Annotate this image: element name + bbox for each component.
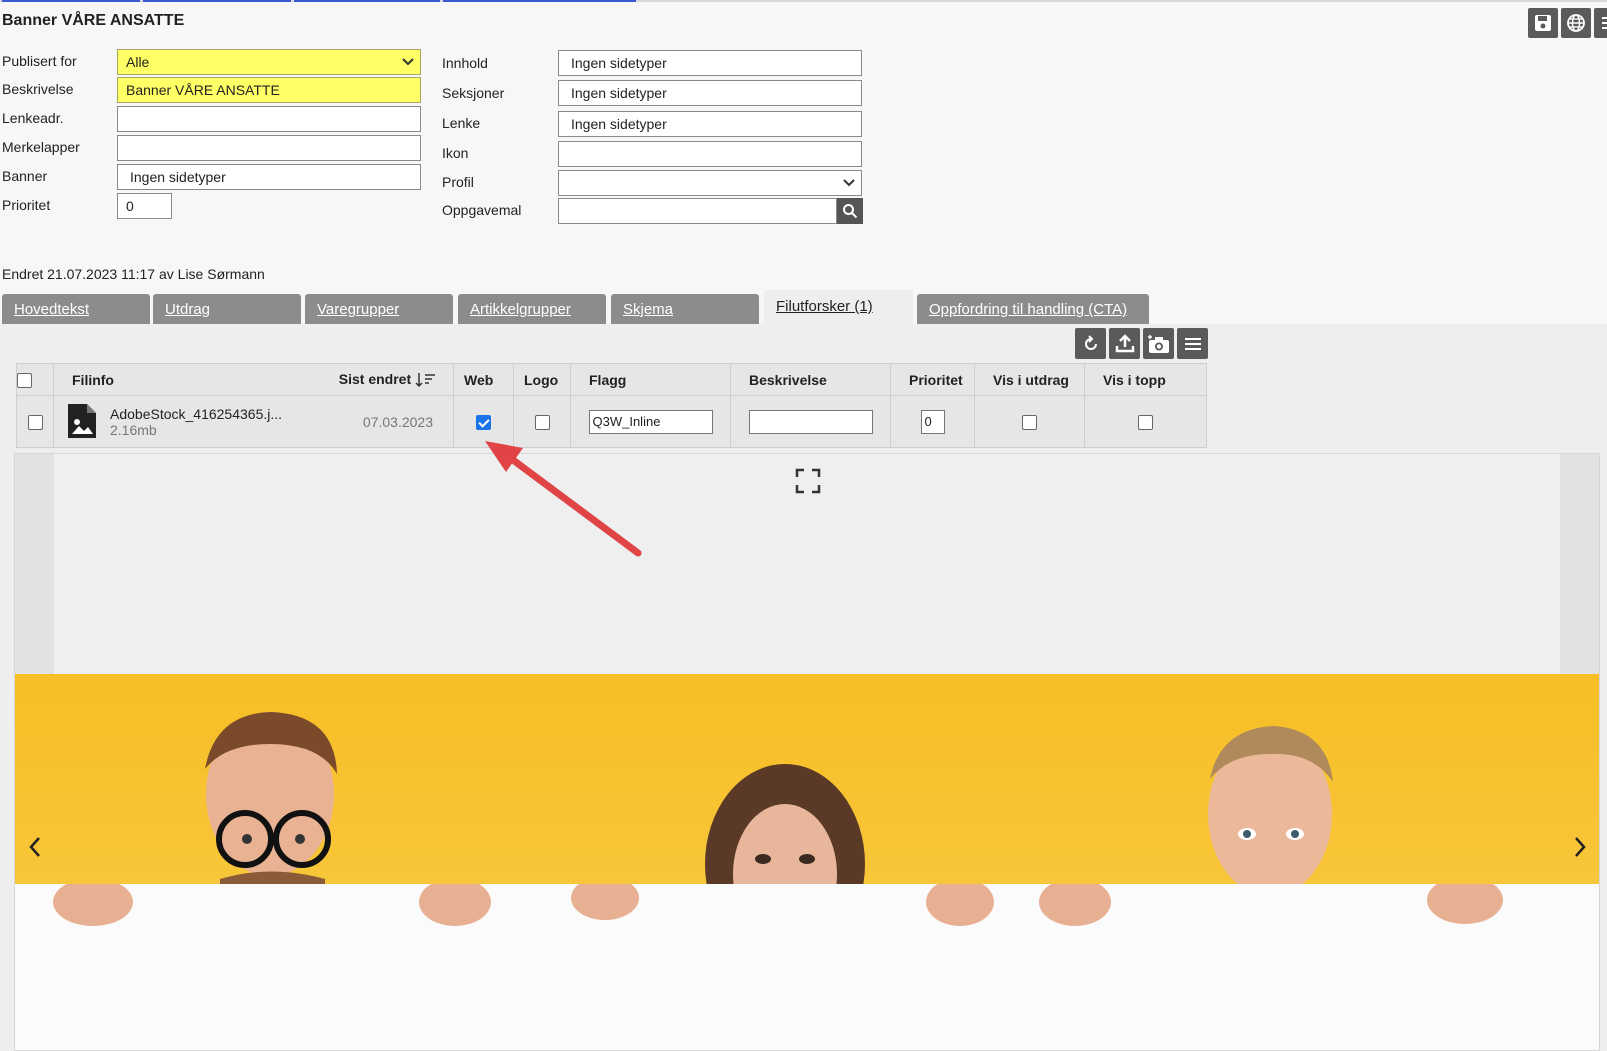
row-beskrivelse-input[interactable] [748, 409, 873, 434]
tab-filutforsker[interactable]: Filutforsker (1) [764, 290, 913, 324]
page-title: Banner VÅRE ANSATTE [2, 12, 185, 29]
prioritet-input[interactable]: 0 [117, 193, 172, 219]
search-button[interactable] [837, 198, 863, 224]
menu-icon[interactable] [1594, 8, 1607, 38]
merkelapper-input[interactable] [117, 135, 421, 161]
oppgavemal-input[interactable] [558, 198, 837, 224]
header-filinfo: Filinfo [72, 371, 114, 388]
innhold-input[interactable]: Ingen sidetyper [558, 50, 862, 76]
seksjoner-label: Seksjoner [442, 85, 505, 101]
vis-utdrag-checkbox[interactable] [1022, 414, 1037, 430]
banner-input[interactable]: Ingen sidetyper [117, 164, 421, 190]
save-icon[interactable] [1528, 8, 1558, 38]
top-toolbar [1528, 8, 1607, 38]
merkelapper-label: Merkelapper [2, 139, 80, 155]
profil-select[interactable] [558, 170, 862, 196]
header-vis-utdrag: Vis i utdrag [974, 363, 1085, 396]
tab-artikkelgrupper[interactable]: Artikkelgrupper [458, 294, 606, 324]
seksjoner-input[interactable]: Ingen sidetyper [558, 80, 862, 106]
search-icon [843, 204, 858, 219]
banner-label: Banner [2, 168, 48, 184]
lenke-input[interactable]: Ingen sidetyper [558, 111, 862, 137]
tab-skjema[interactable]: Skjema [611, 294, 759, 324]
lenke-label: Lenke [442, 115, 481, 131]
upload-icon[interactable] [1109, 328, 1140, 359]
publisert-select[interactable]: Alle [117, 49, 421, 75]
flagg-input[interactable]: Q3W_Inline [588, 409, 713, 434]
lenkeadr-input[interactable] [117, 106, 421, 132]
vis-topp-checkbox[interactable] [1138, 414, 1153, 430]
header-beskrivelse: Beskrivelse [730, 363, 891, 396]
table-row: AdobeStock_416254365.j... 2.16mb 07.03.2… [16, 395, 1207, 448]
banner-wall [15, 876, 1599, 1050]
people-peeking-illustration [205, 712, 1333, 964]
logo-checkbox[interactable] [534, 414, 550, 430]
select-all-checkbox[interactable] [17, 372, 32, 388]
tab-cta[interactable]: Oppfordring til handling (CTA) [917, 294, 1149, 324]
files-table: Filinfo Sist endret Web Logo Flagg Beskr… [16, 363, 1207, 448]
web-checkbox[interactable] [476, 414, 491, 430]
profil-label: Profil [442, 174, 474, 190]
tab-varegrupper[interactable]: Varegrupper [305, 294, 453, 324]
header-prioritet: Prioritet [890, 363, 975, 396]
publisert-label: Publisert for [2, 53, 77, 69]
chevron-right-icon[interactable] [1572, 834, 1588, 866]
chevron-down-icon [402, 58, 414, 66]
fullscreen-icon[interactable] [795, 468, 821, 494]
file-toolbar [1075, 328, 1208, 359]
header-vis-topp: Vis i topp [1084, 363, 1207, 396]
hands-illustration [53, 876, 1503, 926]
beskrivelse-label: Beskrivelse [2, 81, 74, 97]
header-sist-endret[interactable]: Sist endret [339, 371, 437, 388]
file-date: 07.03.2023 [362, 414, 433, 430]
header-flagg: Flagg [570, 363, 731, 396]
header-web: Web [453, 363, 514, 396]
banner-image [15, 674, 1599, 964]
add-photo-icon[interactable] [1143, 328, 1174, 359]
image-preview [14, 453, 1600, 1051]
image-file-icon [68, 404, 96, 438]
table-header-row: Filinfo Sist endret Web Logo Flagg Beskr… [16, 363, 1207, 396]
refresh-icon[interactable] [1075, 328, 1106, 359]
tab-hovedtekst[interactable]: Hovedtekst [2, 294, 150, 324]
row-select-checkbox[interactable] [27, 414, 43, 430]
prioritet-label: Prioritet [2, 197, 51, 213]
top-tab-strip [0, 0, 1607, 2]
file-size: 2.16mb [110, 422, 157, 438]
tab-utdrag[interactable]: Utdrag [153, 294, 301, 324]
ikon-label: Ikon [442, 145, 469, 161]
row-prioritet-input[interactable]: 0 [920, 409, 945, 434]
lenkeadr-label: Lenkeadr. [2, 110, 64, 126]
oppgavemal-label: Oppgavemal [442, 202, 522, 218]
innhold-label: Innhold [442, 55, 488, 71]
ikon-input[interactable] [558, 141, 862, 167]
header-logo: Logo [513, 363, 571, 396]
file-name[interactable]: AdobeStock_416254365.j... [110, 406, 282, 422]
beskrivelse-input[interactable]: Banner VÅRE ANSATTE [117, 77, 421, 103]
chevron-left-icon[interactable] [27, 834, 43, 866]
header-sist-endret-label: Sist endret [338, 371, 412, 387]
globe-icon[interactable] [1561, 8, 1591, 38]
publisert-value: Alle [126, 54, 150, 70]
sort-desc-icon [415, 373, 435, 388]
menu-icon[interactable] [1177, 328, 1208, 359]
chevron-down-icon [843, 179, 855, 187]
changed-info: Endret 21.07.2023 11:17 av Lise Sørmann [2, 266, 265, 282]
